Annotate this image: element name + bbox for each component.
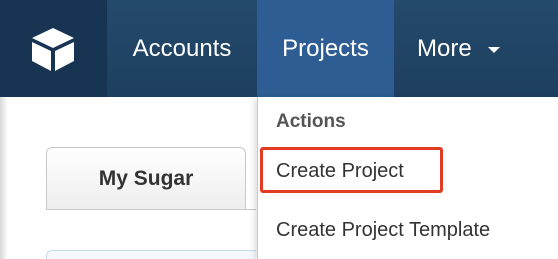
nav-accounts[interactable]: Accounts [107,0,257,97]
cube-icon [32,28,74,71]
nav-projects[interactable]: Projects [257,0,394,97]
nav-more[interactable]: More [394,0,558,97]
menu-item-create-project[interactable]: Create Project [276,160,404,183]
projects-dropdown-menu: Actions Create Project Create Project Te… [257,97,558,259]
caret-down-icon [487,46,500,53]
nav-more-label: More [417,34,472,62]
tab-my-sugar[interactable]: My Sugar [46,147,246,209]
tab-my-sugar-label: My Sugar [98,166,194,190]
nav-projects-label: Projects [282,34,369,62]
page-edge [0,97,8,259]
menu-item-create-project-template[interactable]: Create Project Template [276,219,490,242]
top-navbar: Accounts Projects More [0,0,558,97]
dropdown-heading: Actions [276,111,346,132]
dashlet-container [46,250,256,259]
logo-button[interactable] [0,0,107,97]
nav-accounts-label: Accounts [132,34,232,62]
tab-divider [46,209,256,210]
